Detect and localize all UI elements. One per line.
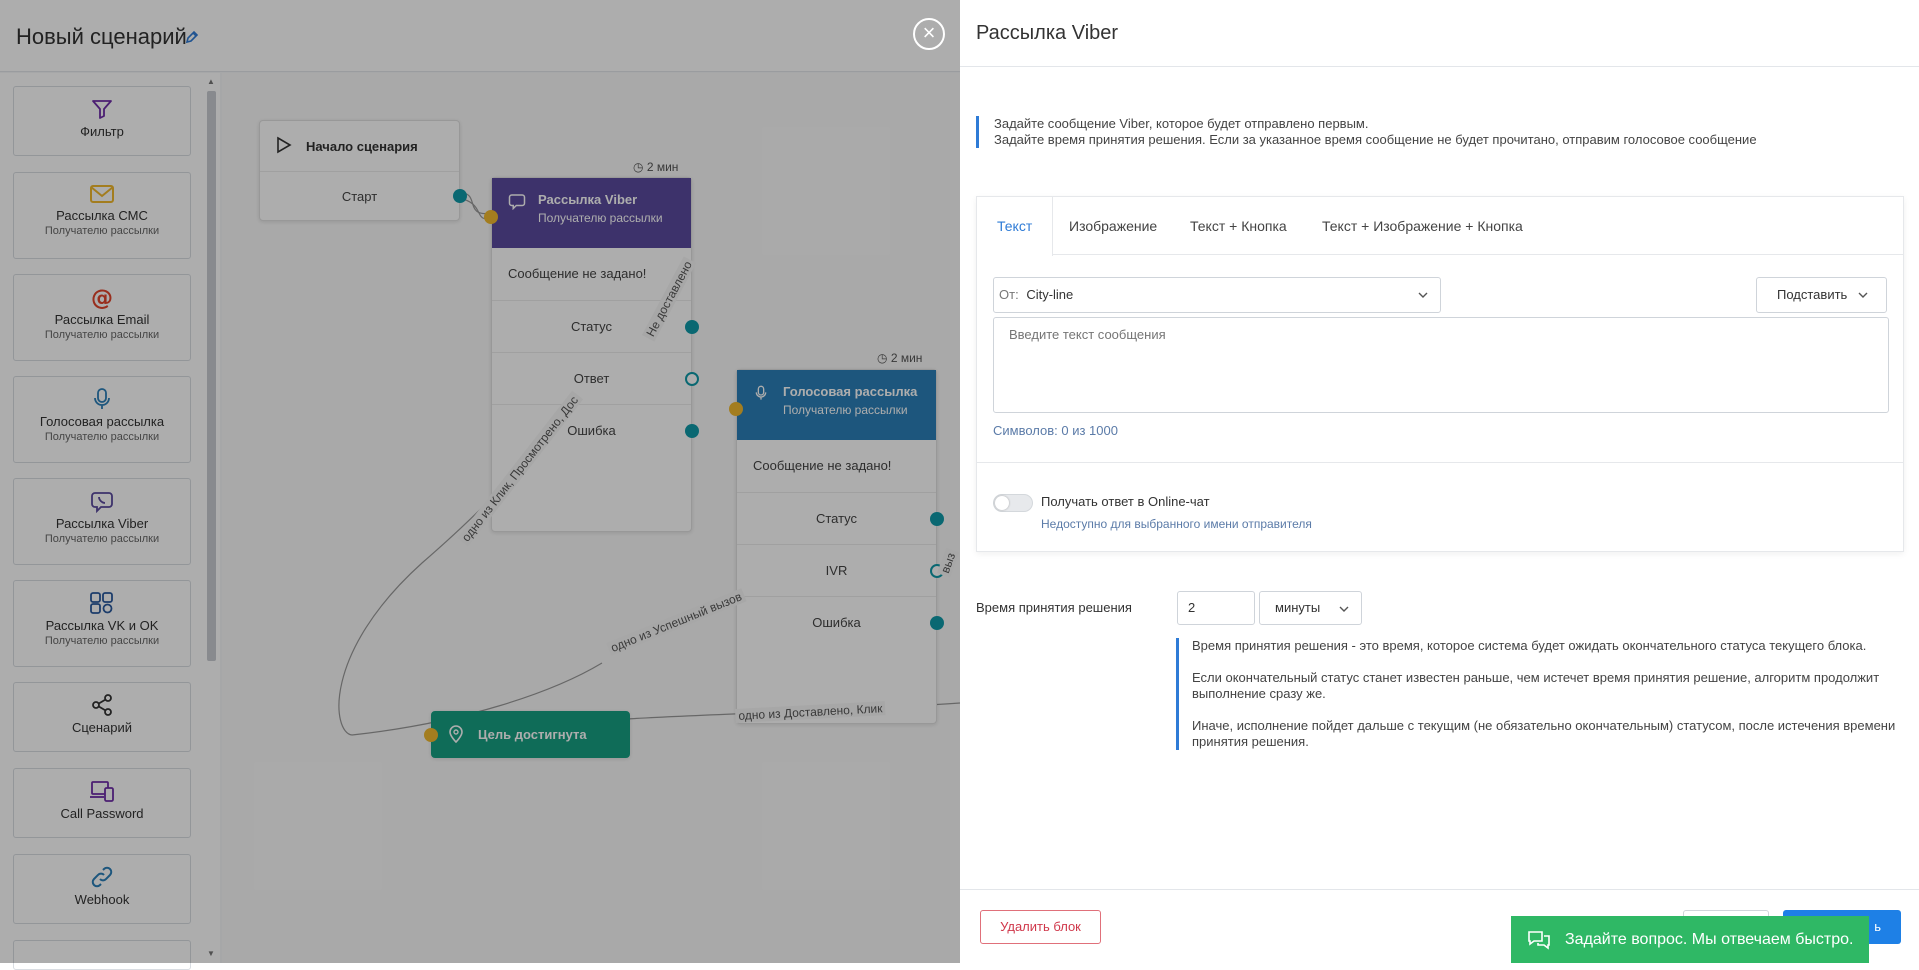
delete-block-button[interactable]: Удалить блок (980, 910, 1101, 944)
close-button[interactable]: × (913, 18, 945, 50)
decision-help: Время принятия решения - это время, кото… (1176, 638, 1896, 750)
help-paragraph: Если окончательный статус станет известе… (1192, 670, 1880, 701)
divider (960, 889, 1919, 890)
help-paragraph: Иначе, исполнение пойдет дальше с текущи… (1192, 718, 1896, 749)
unit-value: минуты (1275, 600, 1321, 615)
divider (960, 66, 1919, 67)
tab-text-image-button[interactable]: Текст + Изображение + Кнопка (1302, 197, 1543, 255)
chat-widget[interactable]: Задайте вопрос. Мы отвечаем быстро. (1511, 916, 1869, 963)
tab-image[interactable]: Изображение (1049, 197, 1177, 255)
message-type-tabs: Текст Изображение Текст + Кнопка Текст +… (977, 197, 1903, 256)
toggle-label: Получать ответ в Online-чат (1041, 494, 1210, 509)
info-note: Задайте сообщение Viber, которое будет о… (976, 116, 1757, 148)
sender-select[interactable]: От: City-line (993, 277, 1441, 313)
substitute-dropdown[interactable]: Подставить (1756, 277, 1887, 313)
substitute-label: Подставить (1777, 287, 1848, 302)
chevron-down-icon (1418, 292, 1428, 298)
message-textarea[interactable] (993, 317, 1889, 413)
online-chat-toggle[interactable] (993, 494, 1033, 512)
block-settings-panel: Рассылка Viber Задайте сообщение Viber, … (960, 0, 1919, 963)
info-line: Задайте сообщение Viber, которое будет о… (994, 116, 1369, 131)
tab-text[interactable]: Текст (977, 197, 1054, 256)
help-paragraph: Время принятия решения - это время, кото… (1192, 638, 1867, 653)
decision-time-label: Время принятия решения (976, 600, 1132, 615)
chevron-down-icon (1339, 606, 1349, 612)
decision-time-input[interactable]: 2 (1177, 591, 1255, 625)
panel-title: Рассылка Viber (976, 22, 1119, 44)
close-icon: × (922, 20, 936, 45)
sender-label: От: (999, 287, 1019, 302)
tab-text-button[interactable]: Текст + Кнопка (1170, 197, 1307, 255)
chat-bubbles-icon (1528, 931, 1550, 950)
sender-value: City-line (1026, 287, 1074, 302)
scenario-editor: Новый сценарий Фильтр Рассылка СМС Получ… (0, 0, 960, 970)
modal-backdrop[interactable] (0, 0, 960, 963)
divider (977, 462, 1903, 463)
message-card: Текст Изображение Текст + Кнопка Текст +… (976, 196, 1904, 552)
chevron-down-icon (1858, 292, 1868, 298)
chat-label: Задайте вопрос. Мы отвечаем быстро. (1565, 931, 1854, 948)
char-counter: Символов: 0 из 1000 (993, 423, 1118, 438)
toggle-hint: Недоступно для выбранного имени отправит… (1041, 517, 1312, 531)
info-line: Задайте время принятия решения. Если за … (994, 132, 1757, 147)
decision-unit-select[interactable]: минуты (1259, 591, 1362, 625)
